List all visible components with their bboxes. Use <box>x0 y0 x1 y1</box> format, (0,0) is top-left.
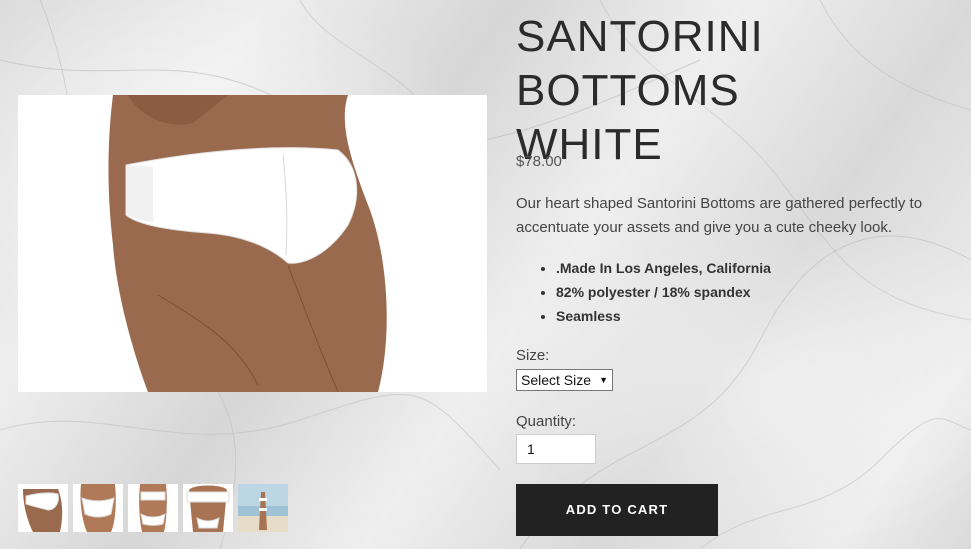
feature-item: .Made In Los Angeles, California <box>556 256 771 280</box>
product-main-image[interactable] <box>18 95 487 392</box>
quantity-label: Quantity: <box>516 413 577 430</box>
size-select-value: Select Size <box>521 372 592 388</box>
product-photo <box>18 95 487 392</box>
thumbnail-2[interactable] <box>73 484 123 532</box>
feature-item: Seamless <box>556 304 771 328</box>
product-title-line-1: SANTORINI BOTTOMS <box>516 12 764 115</box>
feature-item: 82% polyester / 18% spandex <box>556 280 771 304</box>
thumbnail-5[interactable] <box>238 484 288 532</box>
thumbnail-strip <box>18 484 288 532</box>
size-select[interactable]: Select Size ▼ <box>516 369 613 391</box>
product-price: $78.00 <box>516 153 562 170</box>
thumbnail-3[interactable] <box>128 484 178 532</box>
quantity-input[interactable]: 1 <box>516 434 596 464</box>
feature-list: .Made In Los Angeles, California 82% pol… <box>516 256 771 328</box>
add-to-cart-button[interactable]: ADD TO CART <box>516 484 718 536</box>
size-label: Size: <box>516 347 550 364</box>
product-title: SANTORINI BOTTOMS WHITE <box>516 10 966 172</box>
thumbnail-1[interactable] <box>18 484 68 532</box>
chevron-down-icon: ▼ <box>599 375 608 385</box>
product-description: Our heart shaped Santorini Bottoms are g… <box>516 195 923 236</box>
product-details: SANTORINI BOTTOMS WHITE $78.00 Our heart… <box>516 0 966 536</box>
thumbnail-4[interactable] <box>183 484 233 532</box>
